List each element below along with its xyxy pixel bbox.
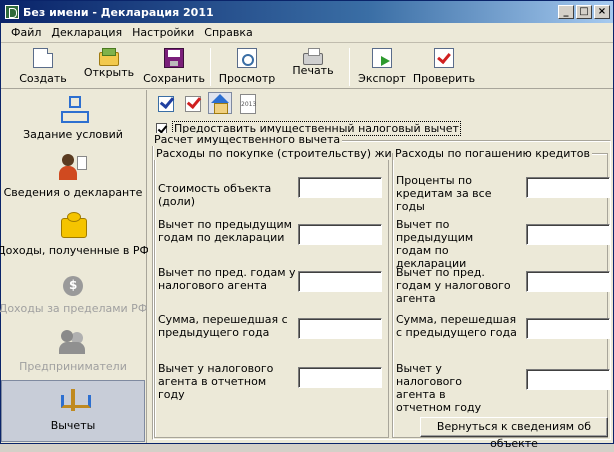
sidebar-item-income-rf[interactable]: Доходы, полученные в РФ: [0, 206, 149, 266]
export-arrow-icon: [372, 48, 392, 68]
tab-doc-2013[interactable]: 2013: [235, 92, 259, 114]
sidebar-item-label: Сведения о декларанте: [3, 186, 143, 199]
close-button[interactable]: ×: [594, 5, 610, 19]
field-label: Вычет у налогового агента в отчетном год…: [396, 362, 482, 414]
scales-icon: [58, 385, 91, 415]
tab-standard-deductions[interactable]: [154, 92, 178, 114]
field-label: Вычет по пред. годам у налогового агента: [396, 266, 511, 305]
create-button[interactable]: Создать: [9, 44, 77, 88]
sidebar-item-declarant[interactable]: Сведения о декларанте: [1, 148, 145, 208]
loan-agent-current-year-input[interactable]: [526, 369, 610, 390]
save-button[interactable]: Сохранить: [141, 44, 207, 88]
purchase-expenses-title: Расходы по покупке (строительству) жилья: [154, 147, 414, 160]
back-to-object-button[interactable]: Вернуться к сведениям об объекте: [420, 417, 608, 450]
people-icon: [58, 326, 88, 356]
sidebar-item-label: Доходы за пределами РФ: [0, 302, 148, 315]
open-folder-icon: [99, 48, 119, 66]
sidebar-item-label: Вычеты: [50, 419, 96, 432]
app-icon: [5, 5, 19, 19]
field-label: Вычет по предыдущим годам по декларации: [396, 218, 474, 270]
preview-button[interactable]: Просмотр: [214, 44, 280, 88]
loan-expenses-title: Расходы по погашению кредитов: [393, 147, 593, 160]
check-label: Проверить: [412, 72, 476, 85]
toolbar: Создать Открыть Сохранить Просмотр Печат…: [1, 44, 613, 89]
sidebar-item-label: Доходы, полученные в РФ: [0, 244, 149, 257]
carried-over-input[interactable]: [298, 318, 382, 339]
person-icon: [58, 152, 88, 182]
open-button[interactable]: Открыть: [77, 44, 141, 88]
create-label: Создать: [19, 72, 67, 85]
maximize-button[interactable]: □: [576, 5, 592, 19]
floppy-disk-icon: [164, 48, 184, 68]
tab-social-deductions[interactable]: [181, 92, 205, 114]
field-label: Вычет по предыдущим годам по декларации: [158, 218, 292, 244]
property-deduction-group-title: Расчет имущественного вычета: [152, 133, 343, 146]
title-bar[interactable]: Без имени - Декларация 2011 _ □ ×: [1, 1, 613, 23]
field-label: Вычет по пред. годам у налогового агента: [158, 266, 296, 292]
check-button[interactable]: Проверить: [411, 44, 477, 88]
loan-prev-years-agent-input[interactable]: [526, 271, 610, 292]
money-bag-icon: [58, 268, 88, 298]
export-button[interactable]: Экспорт: [353, 44, 411, 88]
export-label: Экспорт: [358, 72, 406, 85]
print-button[interactable]: Печать: [280, 44, 346, 88]
sidebar-item-conditions[interactable]: Задание условий: [1, 90, 145, 150]
menu-bar: Файл Декларация Настройки Справка: [1, 23, 613, 43]
new-document-icon: [33, 48, 53, 68]
printer-icon: [303, 48, 323, 65]
sidebar-item-deductions[interactable]: Вычеты: [1, 380, 145, 442]
tab-property-deduction[interactable]: [208, 92, 232, 114]
agent-current-year-input[interactable]: [298, 367, 382, 388]
menu-settings[interactable]: Настройки: [127, 26, 199, 39]
prev-years-agent-input[interactable]: [298, 271, 382, 292]
magnifier-document-icon: [237, 48, 257, 68]
main-panel: 2013 Предоставить имущественный налоговы…: [148, 90, 613, 450]
menu-file[interactable]: Файл: [1, 26, 46, 39]
loan-prev-years-declaration-input[interactable]: [526, 224, 610, 245]
prev-years-declaration-input[interactable]: [298, 224, 382, 245]
preview-label: Просмотр: [218, 72, 276, 85]
object-cost-input[interactable]: [298, 177, 382, 198]
loan-interest-input[interactable]: [526, 177, 610, 198]
toolbar-separator: [210, 48, 211, 86]
deduction-tabs: 2013: [154, 90, 262, 116]
coins-icon: [58, 210, 88, 240]
field-label: Вычет у налогового агента в отчетном год…: [158, 362, 274, 401]
field-label: Проценты по кредитам за все годы: [396, 174, 492, 213]
menu-help[interactable]: Справка: [199, 26, 257, 39]
tree-icon: [58, 94, 89, 124]
loan-carried-over-input[interactable]: [526, 318, 610, 339]
app-window: Без имени - Декларация 2011 _ □ × Файл Д…: [0, 0, 614, 450]
sidebar-item-entrepreneurs[interactable]: Предприниматели: [1, 322, 145, 382]
field-label: Сумма, перешедшая с предыдущего года: [158, 313, 288, 339]
open-label: Открыть: [83, 66, 135, 79]
toolbar-separator: [349, 48, 350, 86]
print-label: Печать: [292, 64, 334, 77]
save-label: Сохранить: [143, 72, 205, 85]
field-label: Сумма, перешедшая с предыдущего года: [396, 313, 517, 339]
field-label: Стоимость объекта (доли): [158, 182, 272, 208]
menu-declaration[interactable]: Декларация: [46, 26, 127, 39]
tab-doc-2013-label: 2013: [241, 101, 257, 108]
sidebar: Задание условий Сведения о декларанте До…: [0, 90, 149, 443]
minimize-button[interactable]: _: [558, 5, 574, 19]
checkmark-document-icon: [434, 48, 454, 68]
window-title: Без имени - Декларация 2011: [23, 5, 214, 19]
sidebar-item-income-abroad[interactable]: Доходы за пределами РФ: [0, 264, 148, 324]
sidebar-item-label: Задание условий: [23, 128, 123, 141]
sidebar-item-label: Предприниматели: [19, 360, 127, 373]
